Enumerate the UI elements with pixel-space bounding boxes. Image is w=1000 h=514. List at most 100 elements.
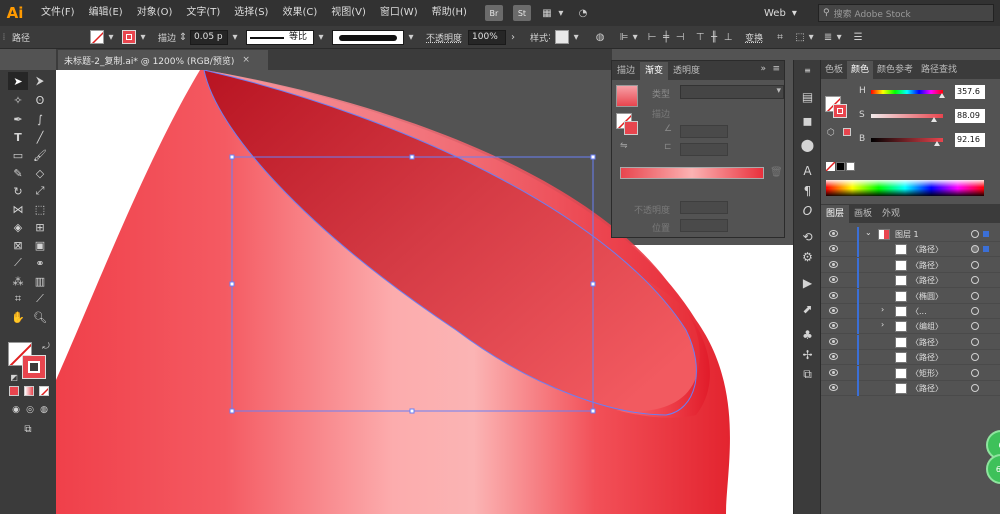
gradient-opacity-field[interactable]: [680, 201, 728, 214]
layer-row[interactable]: 〈路径〉: [821, 350, 1000, 366]
tab-swatches[interactable]: 色板: [821, 61, 847, 79]
visibility-eye-icon[interactable]: [829, 337, 838, 345]
reverse-gradient-icon[interactable]: ⇋: [620, 141, 628, 151]
target-circle-icon[interactable]: [971, 384, 979, 392]
export-icon[interactable]: ⬈: [799, 300, 816, 317]
links-icon[interactable]: ⟲: [799, 228, 816, 245]
character-icon[interactable]: A: [799, 162, 816, 179]
control-bar-menu-icon[interactable]: ☰: [851, 30, 865, 44]
tab-layers[interactable]: 图层: [821, 205, 850, 223]
mesh-tool-icon[interactable]: ⊠: [8, 236, 28, 254]
graphic-style-swatch[interactable]: [555, 30, 570, 44]
stroke-swatch[interactable]: [122, 30, 136, 44]
menu-object[interactable]: 对象(O): [130, 0, 180, 26]
selection-tool-icon[interactable]: ➤: [8, 72, 28, 90]
layer-row-main[interactable]: ⌄ 图层 1: [821, 227, 1000, 242]
swap-fill-stroke-icon[interactable]: ⤾: [36, 338, 56, 356]
screen-mode-icon[interactable]: ⧉: [18, 420, 38, 438]
paintbrush-tool-icon[interactable]: 🖌: [30, 146, 50, 164]
workspace-switcher[interactable]: Web ▾: [764, 4, 797, 22]
close-tab-icon[interactable]: ×: [242, 55, 250, 65]
visibility-eye-icon[interactable]: [829, 276, 838, 284]
stepper-icon[interactable]: ⇕: [176, 30, 190, 44]
menu-edit[interactable]: 编辑(E): [82, 0, 130, 26]
menu-effect[interactable]: 效果(C): [275, 0, 324, 26]
layer-item-name[interactable]: 〈路径〉: [911, 275, 943, 286]
gradient-tool-icon[interactable]: ▣: [30, 236, 50, 254]
stroke-dropdown-icon[interactable]: ▾: [136, 30, 150, 44]
width-tool-icon[interactable]: ⋈: [8, 200, 28, 218]
gradient-preview-swatch[interactable]: [616, 85, 638, 107]
target-circle-icon[interactable]: [971, 245, 979, 254]
isolate-object-icon[interactable]: ⌗: [773, 30, 787, 44]
fill-swatch[interactable]: [90, 30, 104, 44]
align-horizontal-right-icon[interactable]: ⊣: [673, 30, 687, 44]
fill-dropdown-icon[interactable]: ▾: [104, 30, 118, 44]
slice-tool-icon[interactable]: ⟋: [30, 290, 50, 308]
gradient-location-field[interactable]: [680, 219, 728, 232]
menu-help[interactable]: 帮助(H): [425, 0, 474, 26]
visibility-eye-icon[interactable]: [829, 245, 838, 253]
target-circle-icon[interactable]: [971, 322, 979, 331]
visibility-eye-icon[interactable]: [829, 384, 838, 391]
visibility-eye-icon[interactable]: [829, 230, 838, 237]
target-circle-icon[interactable]: [971, 291, 979, 300]
paragraph-icon[interactable]: ¶: [799, 182, 816, 199]
align-horizontal-center-icon[interactable]: ╪: [659, 30, 673, 44]
menu-select[interactable]: 选择(S): [227, 0, 275, 26]
default-fill-stroke-icon[interactable]: ◩: [4, 368, 24, 386]
selection-indicator[interactable]: [983, 231, 989, 237]
dropdown-arrow-icon[interactable]: ▾: [554, 6, 568, 20]
select-similar-icon[interactable]: ⬚: [793, 30, 807, 44]
layer-row[interactable]: › 〈编组〉: [821, 319, 1000, 335]
gradient-aspect-field[interactable]: [680, 143, 728, 156]
symbols-icon[interactable]: ♣: [799, 326, 816, 343]
gradient-fill-swatch[interactable]: [624, 121, 638, 135]
target-circle-icon[interactable]: [971, 260, 979, 269]
rectangle-tool-icon[interactable]: ▭: [8, 146, 28, 164]
transform-label[interactable]: 变换: [745, 31, 763, 44]
pen-tool-icon[interactable]: ✒: [8, 110, 28, 128]
gradient-mode-button[interactable]: [24, 386, 34, 396]
gradient-angle-field[interactable]: [680, 125, 728, 138]
stroke-weight-dropdown-icon[interactable]: ▾: [228, 30, 242, 44]
gpu-performance-icon[interactable]: ◔: [576, 6, 590, 20]
delete-stop-icon[interactable]: 🗑︎: [770, 167, 783, 178]
shape-builder-tool-icon[interactable]: ◈: [8, 218, 28, 236]
visibility-eye-icon[interactable]: [829, 307, 838, 314]
opacity-label[interactable]: 不透明度: [426, 31, 462, 44]
artboard-tool-icon[interactable]: ⌗: [8, 290, 28, 308]
visibility-eye-icon[interactable]: [829, 260, 838, 268]
puppet-icon[interactable]: ✢: [799, 346, 816, 363]
draw-inside-icon[interactable]: ◍: [34, 401, 54, 419]
black-color-button[interactable]: [836, 162, 845, 171]
align-vertical-bottom-icon[interactable]: ⊥: [721, 30, 735, 44]
eyedropper-tool-icon[interactable]: ⟋: [8, 254, 28, 272]
layer-row[interactable]: 〈路径〉: [821, 257, 1000, 273]
symbol-sprayer-tool-icon[interactable]: ⁂: [8, 272, 28, 290]
color-guide-icon[interactable]: ◼: [799, 112, 816, 129]
opentype-icon[interactable]: O: [799, 202, 816, 219]
layer-row[interactable]: › 〈...: [821, 304, 1000, 319]
perspective-grid-tool-icon[interactable]: ⊞: [30, 218, 50, 236]
opacity-field[interactable]: 100%: [468, 29, 507, 45]
zoom-tool-icon[interactable]: 🔍︎: [30, 308, 50, 326]
brightness-value-field[interactable]: 92.16: [955, 133, 985, 147]
opacity-arrow-icon[interactable]: ›: [506, 30, 520, 44]
visibility-eye-icon[interactable]: [829, 322, 838, 330]
target-circle-icon[interactable]: [971, 230, 979, 238]
layer-item-name[interactable]: 〈路径〉: [911, 260, 943, 271]
menu-file[interactable]: 文件(F): [34, 0, 82, 26]
panel-collapse-icon[interactable]: ≡: [799, 62, 816, 79]
target-circle-icon[interactable]: [971, 368, 979, 377]
target-circle-icon[interactable]: [971, 337, 979, 346]
asset-export-icon[interactable]: ⚙: [799, 248, 816, 265]
libraries-icon[interactable]: ▤: [799, 88, 816, 105]
tab-artboards[interactable]: 画板: [849, 205, 877, 223]
align-vertical-center-icon[interactable]: ╫: [707, 30, 721, 44]
profile-dropdown-icon[interactable]: ▾: [314, 30, 328, 44]
stock-search-input[interactable]: ⚲ 搜索 Adobe Stock: [818, 4, 994, 22]
recolor-artwork-icon[interactable]: ◍: [593, 30, 607, 44]
layer-row[interactable]: 〈路径〉: [821, 334, 1000, 350]
select-similar-dropdown-icon[interactable]: ▾: [807, 30, 815, 44]
